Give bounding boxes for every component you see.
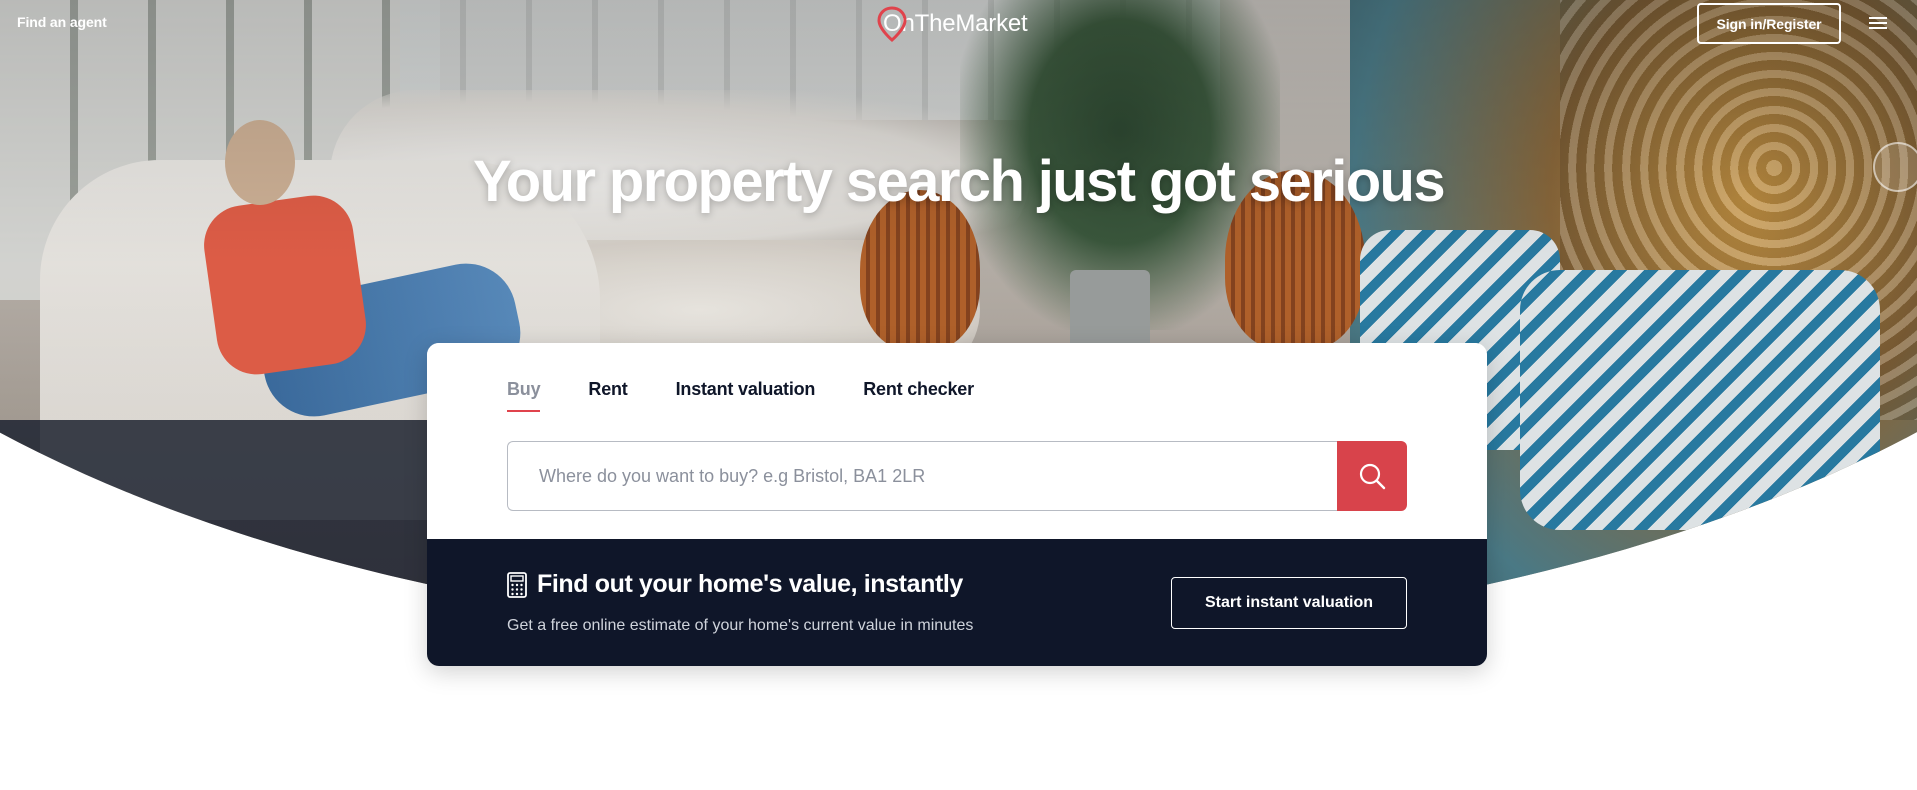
- hamburger-menu-icon[interactable]: [1866, 12, 1890, 34]
- valuation-heading: Find out your home's value, instantly: [507, 570, 963, 599]
- site-logo[interactable]: OnTheMarket: [877, 6, 1028, 42]
- valuation-banner: Find out your home's value, instantly Ge…: [427, 539, 1487, 666]
- logo-pin-icon: [877, 6, 907, 42]
- sign-in-register-button[interactable]: Sign in/Register: [1697, 3, 1841, 44]
- hero-headline: Your property search just got serious: [472, 149, 1446, 214]
- tab-rent-checker[interactable]: Rent checker: [863, 379, 974, 412]
- top-navigation: Find an agent OnTheMarket Sign in/Regist…: [0, 0, 1917, 46]
- valuation-title: Find out your home's value, instantly: [537, 570, 963, 598]
- search-tabs: Buy Rent Instant valuation Rent checker: [507, 379, 1022, 412]
- search-card: Buy Rent Instant valuation Rent checker: [427, 343, 1487, 666]
- tab-buy[interactable]: Buy: [507, 379, 541, 412]
- tab-instant-valuation[interactable]: Instant valuation: [676, 379, 816, 412]
- search-icon: [1359, 463, 1386, 490]
- search-button[interactable]: [1337, 441, 1407, 511]
- tab-rent[interactable]: Rent: [588, 379, 627, 412]
- find-agent-link[interactable]: Find an agent: [17, 14, 107, 30]
- location-search-input[interactable]: [507, 441, 1337, 511]
- valuation-subtitle: Get a free online estimate of your home'…: [507, 617, 974, 634]
- start-instant-valuation-button[interactable]: Start instant valuation: [1171, 577, 1407, 629]
- search-panel: Buy Rent Instant valuation Rent checker: [427, 343, 1487, 539]
- search-bar: [507, 441, 1407, 511]
- calculator-icon: [507, 571, 527, 598]
